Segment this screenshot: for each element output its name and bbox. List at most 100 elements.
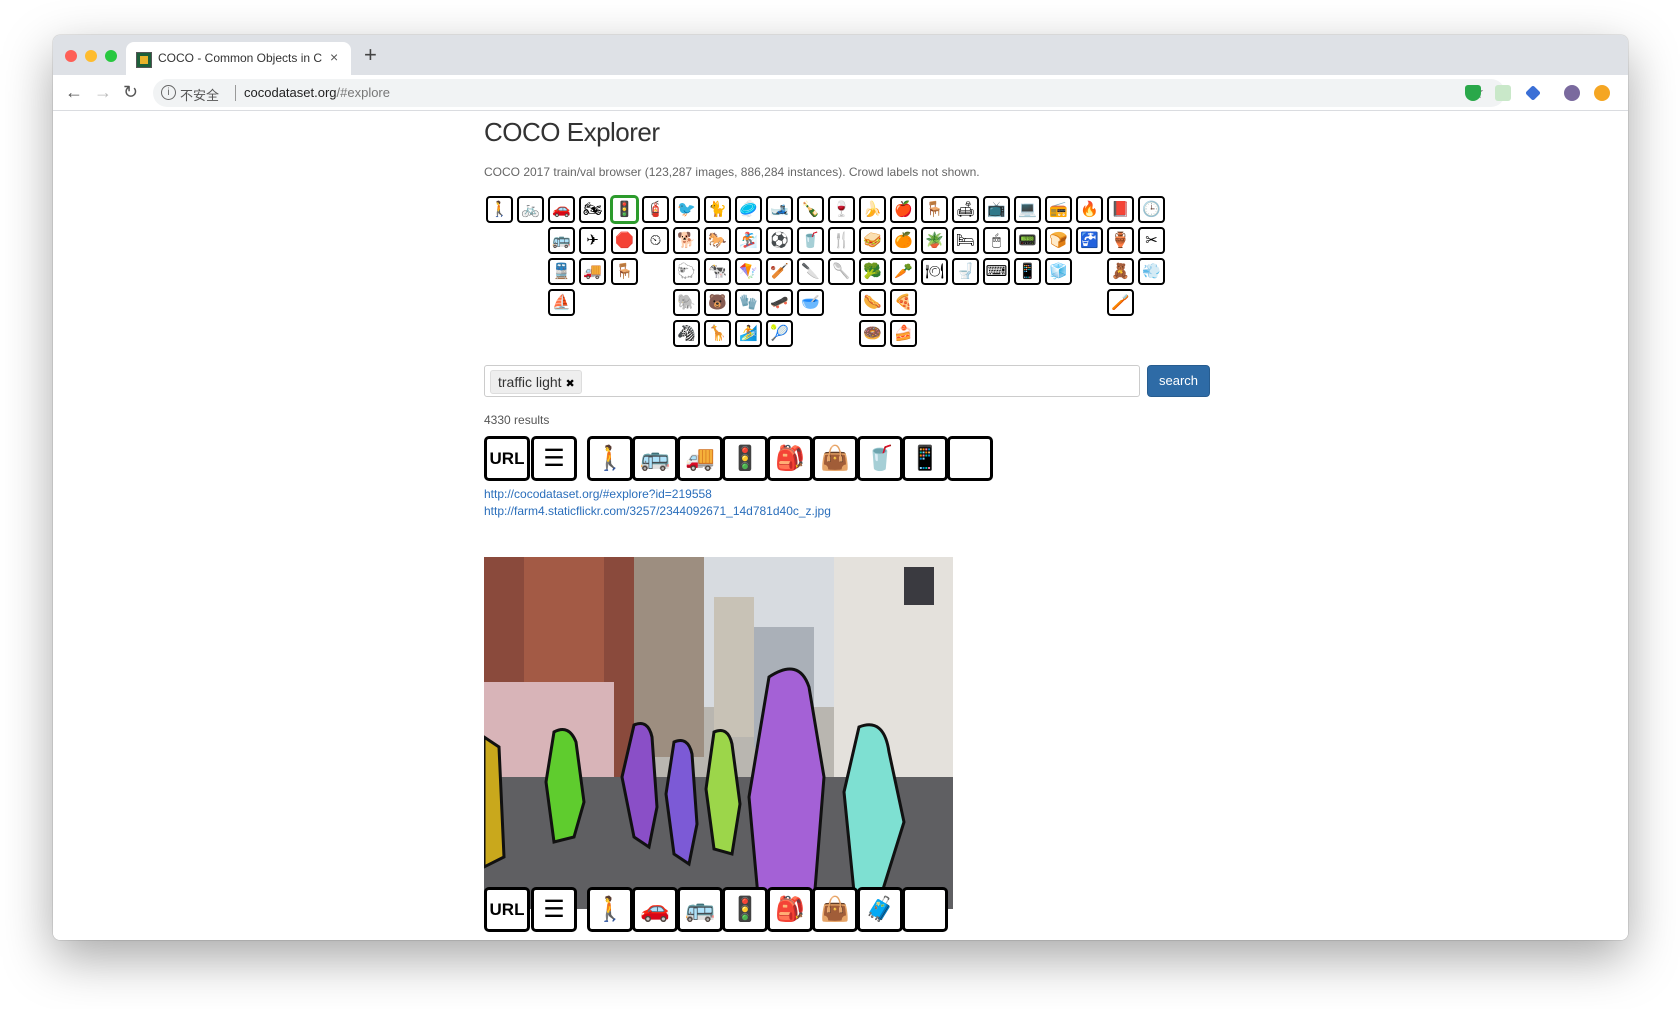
- category-banana-icon[interactable]: 🍌: [859, 196, 886, 223]
- url-button-2[interactable]: URL: [484, 887, 530, 932]
- category-fire-hydrant-icon[interactable]: 🧯: [642, 196, 669, 223]
- category-fork-icon[interactable]: 🍴: [828, 227, 855, 254]
- category-spoon-icon[interactable]: 🥄: [828, 258, 855, 285]
- category-keyboard-icon[interactable]: ⌨: [983, 258, 1010, 285]
- reload-icon[interactable]: ↻: [123, 82, 138, 103]
- result1-object-button[interactable]: 🚦: [722, 436, 768, 481]
- category-giraffe-icon[interactable]: 🦒: [704, 320, 731, 347]
- category-truck-icon[interactable]: 🚚: [579, 258, 606, 285]
- category-clock-icon[interactable]: 🕒: [1138, 196, 1165, 223]
- category-microwave-icon[interactable]: 📻: [1045, 196, 1072, 223]
- caption-button[interactable]: ☰: [531, 436, 577, 481]
- result2-object-button[interactable]: 🚗: [632, 887, 678, 932]
- plus-extension-icon[interactable]: [1495, 85, 1511, 101]
- category-horse-icon[interactable]: 🐎: [704, 227, 731, 254]
- forward-icon[interactable]: →: [94, 82, 112, 103]
- category-cat-icon[interactable]: 🐈: [704, 196, 731, 223]
- category-elephant-icon[interactable]: 🐘: [673, 289, 700, 316]
- category-cup-icon[interactable]: 🥤: [797, 227, 824, 254]
- result1-object-button[interactable]: 🚶: [587, 436, 633, 481]
- url-text[interactable]: cocodataset.org/#explore: [244, 85, 390, 100]
- category-dining-table-icon[interactable]: 🍽: [921, 258, 948, 285]
- category-bicycle-icon[interactable]: 🚲: [517, 196, 544, 223]
- result1-object-button[interactable]: [947, 436, 993, 481]
- category-toilet-icon[interactable]: 🚽: [952, 258, 979, 285]
- result1-object-button[interactable]: 📱: [902, 436, 948, 481]
- window-maximize-button[interactable]: [105, 50, 117, 62]
- category-surfboard-icon[interactable]: 🏄: [735, 320, 762, 347]
- window-minimize-button[interactable]: [85, 50, 97, 62]
- address-bar[interactable]: i 不安全 cocodataset.org/#explore ☆: [153, 79, 1505, 107]
- category-parking-meter-icon[interactable]: ⏲: [642, 227, 669, 254]
- tag-remove-icon[interactable]: ✖: [566, 378, 575, 390]
- category-remote-icon[interactable]: 📟: [1014, 227, 1041, 254]
- category-boat-icon[interactable]: ⛵: [548, 289, 575, 316]
- result2-object-button[interactable]: 🎒: [767, 887, 813, 932]
- category-bench-icon[interactable]: 🪑: [611, 258, 638, 285]
- category-sandwich-icon[interactable]: 🥪: [859, 227, 886, 254]
- active-tab[interactable]: COCO - Common Objects in C ×: [126, 42, 351, 75]
- new-tab-button[interactable]: +: [364, 42, 377, 68]
- category-snowboard-icon[interactable]: 🏂: [735, 227, 762, 254]
- profile-avatar[interactable]: [1564, 85, 1580, 101]
- result2-object-button[interactable]: 🚶: [587, 887, 633, 932]
- result1-object-button[interactable]: 👜: [812, 436, 858, 481]
- caption-button-2[interactable]: ☰: [531, 887, 577, 932]
- category-tv-icon[interactable]: 📺: [983, 196, 1010, 223]
- category-bus-icon[interactable]: 🚌: [548, 227, 575, 254]
- category-couch-icon[interactable]: 🛋: [952, 196, 979, 223]
- category-broccoli-icon[interactable]: 🥦: [859, 258, 886, 285]
- diamond-extension-icon[interactable]: [1525, 85, 1541, 101]
- category-hair-drier-icon[interactable]: 💨: [1138, 258, 1165, 285]
- result1-object-button[interactable]: 🎒: [767, 436, 813, 481]
- category-orange-icon[interactable]: 🍊: [890, 227, 917, 254]
- category-cake-icon[interactable]: 🍰: [890, 320, 917, 347]
- category-laptop-icon[interactable]: 💻: [1014, 196, 1041, 223]
- update-extension-icon[interactable]: [1594, 85, 1610, 101]
- category-person-icon[interactable]: 🚶: [486, 196, 513, 223]
- category-skateboard-icon[interactable]: 🛹: [766, 289, 793, 316]
- category-mouse-icon[interactable]: 🖱: [983, 227, 1010, 254]
- category-teddy-bear-icon[interactable]: 🧸: [1107, 258, 1134, 285]
- result1-object-button[interactable]: 🚌: [632, 436, 678, 481]
- result2-object-button[interactable]: 🚌: [677, 887, 723, 932]
- category-potted-plant-icon[interactable]: 🪴: [921, 227, 948, 254]
- url-button[interactable]: URL: [484, 436, 530, 481]
- category-toothbrush-icon[interactable]: 🪥: [1107, 289, 1134, 316]
- category-knife-icon[interactable]: 🔪: [797, 258, 824, 285]
- category-vase-icon[interactable]: 🏺: [1107, 227, 1134, 254]
- category-car-icon[interactable]: 🚗: [548, 196, 575, 223]
- category-tennis-racket-icon[interactable]: 🎾: [766, 320, 793, 347]
- search-input[interactable]: traffic light ✖: [484, 365, 1140, 397]
- category-bear-icon[interactable]: 🐻: [704, 289, 731, 316]
- category-carrot-icon[interactable]: 🥕: [890, 258, 917, 285]
- category-sports-ball-icon[interactable]: ⚽: [766, 227, 793, 254]
- result2-object-button[interactable]: 🚦: [722, 887, 768, 932]
- back-icon[interactable]: ←: [65, 82, 83, 103]
- tab-close-icon[interactable]: ×: [330, 49, 338, 65]
- explore-link[interactable]: http://cocodataset.org/#explore?id=21955…: [484, 487, 712, 501]
- image-link[interactable]: http://farm4.staticflickr.com/3257/23440…: [484, 504, 831, 518]
- category-chair-icon[interactable]: 🪑: [921, 196, 948, 223]
- category-refrigerator-icon[interactable]: 🧊: [1045, 258, 1072, 285]
- category-train-icon[interactable]: 🚆: [548, 258, 575, 285]
- result-image[interactable]: [484, 557, 953, 909]
- result1-object-button[interactable]: 🚚: [677, 436, 723, 481]
- category-book-icon[interactable]: 📕: [1107, 196, 1134, 223]
- category-apple-icon[interactable]: 🍎: [890, 196, 917, 223]
- category-sink-icon[interactable]: 🚰: [1076, 227, 1103, 254]
- category-wine-glass-icon[interactable]: 🍷: [828, 196, 855, 223]
- category-motorcycle-icon[interactable]: 🏍: [579, 196, 606, 223]
- shield-extension-icon[interactable]: [1465, 85, 1481, 101]
- info-icon[interactable]: i: [161, 85, 176, 100]
- category-baseball-glove-icon[interactable]: 🧤: [735, 289, 762, 316]
- category-cell-phone-icon[interactable]: 📱: [1014, 258, 1041, 285]
- result1-object-button[interactable]: 🥤: [857, 436, 903, 481]
- category-cow-icon[interactable]: 🐄: [704, 258, 731, 285]
- window-close-button[interactable]: [65, 50, 77, 62]
- category-pizza-icon[interactable]: 🍕: [890, 289, 917, 316]
- category-frisbee-icon[interactable]: 🥏: [735, 196, 762, 223]
- category-bird-icon[interactable]: 🐦: [673, 196, 700, 223]
- result2-object-button[interactable]: 🧳: [857, 887, 903, 932]
- category-stop-sign-icon[interactable]: 🛑: [611, 227, 638, 254]
